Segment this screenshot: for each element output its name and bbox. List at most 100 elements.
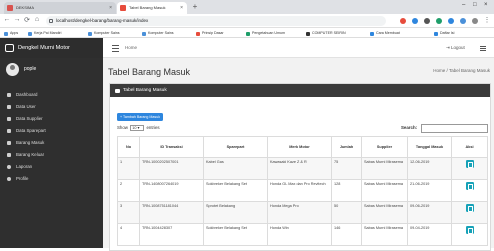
- table-row: 4 TRN-1004428307 Sokbreker Belakang Set …: [117, 223, 488, 246]
- table-row: 2 TRN-1408007264019 Sokbreker Belakang S…: [117, 179, 488, 202]
- print-icon[interactable]: [465, 204, 474, 212]
- reload-icon[interactable]: ⟳: [23, 16, 31, 24]
- home-link[interactable]: Home: [125, 38, 137, 58]
- column-header[interactable]: ID Transaksi: [139, 136, 204, 158]
- close-tab-icon[interactable]: ×: [180, 2, 183, 14]
- close-tab-icon[interactable]: ×: [109, 2, 112, 14]
- column-header[interactable]: Aksi: [451, 136, 488, 158]
- bookmark-icon: [246, 31, 250, 36]
- forward-icon[interactable]: →: [13, 16, 21, 23]
- sidebar-item-dashboard[interactable]: Dashboard: [0, 90, 103, 100]
- cell-aksi: [451, 179, 488, 202]
- extension-icon[interactable]: [412, 18, 418, 24]
- cell-tanggal: 09-04-2019: [407, 223, 452, 246]
- breadcrumb[interactable]: Home / Tabel Barang Masuk: [433, 68, 490, 73]
- extension-icon[interactable]: [400, 18, 406, 24]
- back-icon[interactable]: ←: [3, 16, 11, 23]
- column-header[interactable]: Jumlah: [331, 136, 362, 158]
- print-icon[interactable]: [465, 160, 474, 168]
- bookmark-item[interactable]: Apps: [4, 29, 18, 37]
- table-row: 1 TRN-1000202507001 Kabel Gas Kawasaki K…: [117, 157, 488, 180]
- home-icon[interactable]: ⌂: [33, 16, 41, 23]
- cell-sparepart: Sokbreker Belakang Set: [203, 223, 268, 246]
- extension-icon[interactable]: [460, 18, 466, 24]
- cell-merk: Honda Win: [267, 223, 332, 246]
- column-header[interactable]: No: [117, 136, 140, 158]
- cell-merk: Honda GL Max dan Pro Revitech: [267, 179, 332, 202]
- bookmark-item[interactable]: Kerja Pai Mandiri: [28, 29, 61, 37]
- brand[interactable]: Dengkel Murni Motor: [0, 38, 103, 58]
- bookmark-item[interactable]: Prinsip Dasar: [196, 29, 224, 37]
- avatar: [6, 63, 19, 76]
- cell-tanggal: 21-06-2019: [407, 179, 452, 202]
- cell-no: 3: [117, 201, 140, 224]
- tab-label: DEKSIMA: [16, 5, 35, 10]
- print-icon[interactable]: [465, 226, 474, 234]
- search-input[interactable]: [421, 124, 488, 133]
- cell-supplier: Sabas Murni Mirasema: [361, 201, 408, 224]
- report-icon: [7, 165, 11, 169]
- column-header[interactable]: Merk Motor: [267, 136, 332, 158]
- apps-icon: [4, 31, 8, 36]
- cell-id: TRN-1008751181044: [139, 201, 204, 224]
- info-icon: [49, 19, 53, 23]
- address-bar[interactable]: localhost/dengkel-barang/barang-masuk/in…: [46, 16, 386, 26]
- extension-icon[interactable]: [436, 18, 442, 24]
- sidebar-item-data-supplier[interactable]: Data Supplier: [0, 114, 103, 124]
- new-tab-button[interactable]: +: [190, 2, 200, 12]
- print-icon[interactable]: [465, 182, 474, 190]
- bookmark-item[interactable]: COMPUTER SEIRIN: [306, 29, 346, 37]
- cell-no: 4: [117, 223, 140, 246]
- cell-id: TRN-1004428307: [139, 223, 204, 246]
- browser-menu-icon[interactable]: ⋮: [483, 16, 491, 24]
- extension-icon[interactable]: [424, 18, 430, 24]
- table-panel: Tabel Barang Masuk + Tambah Barang Masuk…: [109, 83, 491, 251]
- tab-favicon-icon: [7, 5, 13, 11]
- sidebar-item-barang-keluar[interactable]: Barang Keluar: [0, 150, 103, 160]
- settings-menu-icon[interactable]: [480, 45, 487, 52]
- inbox-icon: [7, 141, 11, 145]
- brand-name: Dengkel Murni Motor: [18, 45, 70, 51]
- logo-icon: [5, 44, 14, 52]
- sidebar-item-data-user[interactable]: Data User: [0, 102, 103, 112]
- browser-tab[interactable]: DEKSIMA ×: [4, 2, 116, 14]
- sidebar-item-barang-masuk[interactable]: Barang Masuk: [0, 138, 103, 148]
- minimize-icon[interactable]: –: [462, 2, 465, 8]
- bookmark-item[interactable]: Cara Membuat: [370, 29, 400, 37]
- cell-jumlah: 146: [331, 223, 362, 246]
- cell-no: 1: [117, 157, 140, 180]
- user-icon: [7, 105, 11, 109]
- table-icon: [115, 88, 120, 93]
- browser-tab-active[interactable]: Tabel Barang Masuk ×: [117, 2, 187, 14]
- profile-avatar[interactable]: [472, 18, 478, 24]
- close-window-icon[interactable]: ×: [484, 2, 488, 8]
- entries-select[interactable]: 10 ▾: [130, 125, 145, 131]
- sidebar-item-profile[interactable]: Profile: [0, 174, 103, 184]
- column-header[interactable]: Supplier: [361, 136, 408, 158]
- gear-icon: [7, 129, 11, 133]
- column-header[interactable]: Sparepart: [203, 136, 268, 158]
- logout-link[interactable]: ⇥ Logout: [446, 38, 465, 58]
- cell-id: TRN-1000202507001: [139, 157, 204, 180]
- page-title: Tabel Barang Masuk: [108, 67, 191, 77]
- column-header[interactable]: Tanggal Masuk: [407, 136, 452, 158]
- browser-tab-bar: DEKSIMA × Tabel Barang Masuk × + – □ ×: [0, 0, 494, 14]
- sidebar-item-data-sparepart[interactable]: Data Sparepart: [0, 126, 103, 136]
- menu-toggle-icon[interactable]: [112, 43, 120, 53]
- bookmark-item[interactable]: Komputer Sains: [88, 29, 120, 37]
- username: pople: [24, 66, 37, 72]
- cell-id: TRN-1408007264019: [139, 179, 204, 202]
- bookmarks-bar: Apps Kerja Pai Mandiri Komputer Sains Ko…: [0, 28, 494, 38]
- bookmark-icon: [28, 31, 32, 36]
- sidebar-item-laporan[interactable]: Laporan: [0, 162, 103, 172]
- bookmark-item[interactable]: Daftar Isi: [434, 29, 454, 37]
- bookmark-item[interactable]: Komputer Sains: [142, 29, 174, 37]
- cell-tanggal: 09-06-2019: [407, 201, 452, 224]
- extension-icon[interactable]: [448, 18, 454, 24]
- add-barang-masuk-button[interactable]: + Tambah Barang Masuk: [117, 113, 163, 121]
- maximize-icon[interactable]: □: [473, 2, 477, 8]
- bookmark-item[interactable]: Pengetahuan Umum: [246, 29, 285, 37]
- table-row: 3 TRN-1008751181044 Sprotet Belakang Hon…: [117, 201, 488, 224]
- cell-aksi: [451, 201, 488, 224]
- profile-icon: [7, 177, 11, 181]
